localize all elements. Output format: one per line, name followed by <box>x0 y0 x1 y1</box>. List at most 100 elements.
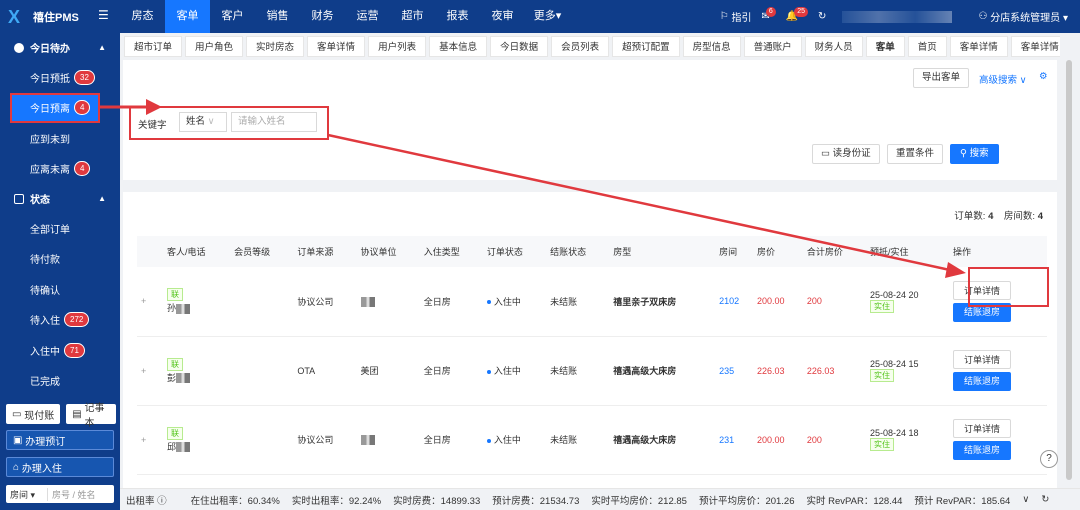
refresh-icon[interactable]: ↻ <box>818 11 826 22</box>
topnav-item-1[interactable]: 客单 <box>165 0 210 33</box>
sb-today-item-0[interactable]: 今日预抵 32 <box>0 62 120 93</box>
section-status[interactable]: 状态 ▲ <box>0 184 120 213</box>
sb-today-item-3[interactable]: 应离未离 4 <box>0 154 120 185</box>
topnav-item-6[interactable]: 超市 <box>390 0 435 33</box>
checkin-button[interactable]: ⌂ 办理入住 <box>6 457 114 477</box>
sb-status-item-5[interactable]: 已完成 <box>0 366 120 397</box>
checkout-button[interactable]: 结账退房 <box>952 372 1011 391</box>
topnav-item-5[interactable]: 运营 <box>345 0 390 33</box>
top-right: ⚐ 指引 ✉ 6 🔔 25 ↻ ⚇ 分店系统管理员 ▾ <box>710 0 1080 33</box>
sidebar-search-input[interactable]: 房号 / 姓名 <box>48 488 96 501</box>
results-panel: 订单数: 4 房间数: 4 客人/电话 会员等级 订单来源 协议单位 入住类型 订单状态结… <box>123 192 1058 488</box>
contact-tag: 联 <box>167 426 183 440</box>
sb-status-item-0[interactable]: 全部订单 <box>0 213 120 244</box>
name-input[interactable]: 请输入姓名 <box>231 112 317 132</box>
pay-status-cell: 未结账 <box>546 405 610 475</box>
logo[interactable]: X 禧住PMS <box>8 7 79 27</box>
search-button[interactable]: ⚲ 搜索 <box>950 144 999 164</box>
mail-button[interactable]: ✉ 6 <box>762 6 776 22</box>
sb-today-label: 今日预抵 <box>30 73 70 85</box>
user-name: 分店系统管理员 ▾ <box>990 13 1068 24</box>
tab-14[interactable]: 客单详情 <box>949 36 1008 57</box>
cash-account-button[interactable]: ▭ 现付账 <box>6 404 61 424</box>
field-select[interactable]: 姓名 ∨ <box>179 112 227 132</box>
tab-2[interactable]: 实时房态 <box>246 36 305 57</box>
reset-button[interactable]: 重置条件 <box>887 144 944 164</box>
table-row: + 联邱协议公司 全日房 入住中 未结账 禧遇高级大床房 231 200.00 200 25-08… <box>137 405 1047 475</box>
expand-icon[interactable]: + <box>141 366 146 376</box>
user-menu[interactable]: ⚇ 分店系统管理员 ▾ <box>978 9 1068 24</box>
tab-15[interactable]: 客单详情 <box>1010 36 1060 57</box>
chevron-down-icon[interactable]: ∨ <box>1022 494 1029 505</box>
help-icon[interactable]: ? <box>1040 450 1058 468</box>
read-id-button[interactable]: ▭ 读身份证 <box>812 144 880 164</box>
search-type-select[interactable]: 房间 ▾ <box>6 487 48 501</box>
room-cell[interactable]: 2102 <box>715 267 754 337</box>
info-icon[interactable]: ⓘ <box>157 496 167 507</box>
advanced-search-link[interactable]: 高级搜索 ∨ <box>979 72 1027 86</box>
sidebar-search: 房间 ▾ 房号 / 姓名 <box>6 485 114 503</box>
tab-12[interactable]: 客单 <box>865 36 905 57</box>
room-number[interactable]: 235 <box>719 366 734 376</box>
room-cell[interactable]: 231 <box>715 405 754 475</box>
col-header-0: 客人/电话 <box>163 236 231 267</box>
scrollbar[interactable] <box>1066 60 1072 480</box>
topnav-item-9[interactable]: 更多▾ <box>525 0 570 33</box>
price-cell: 200.00 <box>753 405 803 475</box>
order-detail-button[interactable]: 订单详情 <box>952 350 1011 369</box>
topnav-item-3[interactable]: 销售 <box>255 0 300 33</box>
sb-status-item-1[interactable]: 待付款 <box>0 244 120 275</box>
tab-4[interactable]: 用户列表 <box>368 36 427 57</box>
roomtype-cell: 禧遇高级大床房 <box>609 405 716 475</box>
notes-button[interactable]: ▤ 记事本 <box>66 403 117 429</box>
sb-status-item-3[interactable]: 待入住 272 <box>0 305 120 336</box>
col-header-9: 房价 <box>753 236 803 267</box>
actions-cell: 订单详情 结账退房 <box>948 405 1047 475</box>
export-button[interactable]: 导出客单 <box>913 68 970 88</box>
checkout-button[interactable]: 结账退房 <box>952 441 1011 460</box>
tab-0[interactable]: 超市订单 <box>124 36 183 57</box>
source-cell: 协议公司 <box>293 405 357 475</box>
room-number[interactable]: 2102 <box>719 296 739 306</box>
checkin-label: 办理入住 <box>21 463 62 475</box>
tab-10[interactable]: 普通账户 <box>743 36 802 57</box>
tab-3[interactable]: 客单详情 <box>307 36 366 57</box>
tab-9[interactable]: 房型信息 <box>682 36 741 57</box>
topnav-item-4[interactable]: 财务 <box>300 0 345 33</box>
col-header-6: 结账状态 <box>546 236 610 267</box>
tab-8[interactable]: 超预订配置 <box>612 36 680 57</box>
sb-today-item-1[interactable]: 今日预离 4 <box>10 92 100 123</box>
section-today-label: 今日待办 <box>30 44 70 55</box>
sb-status-item-4[interactable]: 入住中 71 <box>0 335 120 366</box>
guest-cell: 联孙 <box>163 267 231 337</box>
sb-today-item-2[interactable]: 应到未到 <box>0 123 120 154</box>
order-detail-button[interactable]: 订单详情 <box>952 419 1011 438</box>
search-label: 搜索 <box>969 148 989 159</box>
tab-7[interactable]: 会员列表 <box>551 36 610 57</box>
topnav-item-7[interactable]: 报表 <box>435 0 480 33</box>
sb-status-item-2[interactable]: 待确认 <box>0 274 120 305</box>
tab-1[interactable]: 用户角色 <box>185 36 244 57</box>
guide-button[interactable]: ⚐ 指引 <box>720 9 752 24</box>
topnav-item-2[interactable]: 客户 <box>210 0 255 33</box>
menu-collapse-icon[interactable]: ☰ <box>98 8 109 22</box>
unit-cell: 美团 <box>356 336 420 406</box>
topnav-item-0[interactable]: 房态 <box>120 0 165 33</box>
booking-button[interactable]: ▣ 办理预订 <box>6 430 114 450</box>
price-cell: 200.00 <box>753 267 803 337</box>
status-item-0: 出租率 ⓘ <box>126 495 167 507</box>
tab-6[interactable]: 今日数据 <box>490 36 549 57</box>
room-number[interactable]: 231 <box>719 435 734 445</box>
bell-button[interactable]: 🔔 25 <box>786 6 809 22</box>
settings-icon[interactable]: ⚙ <box>1039 71 1048 82</box>
topnav-item-8[interactable]: 夜审 <box>480 0 525 33</box>
expand-icon[interactable]: + <box>141 296 146 306</box>
section-today[interactable]: 今日待办 ▲ <box>0 33 120 62</box>
expand-icon[interactable]: + <box>141 435 146 445</box>
tab-5[interactable]: 基本信息 <box>429 36 488 57</box>
room-cell[interactable]: 235 <box>715 336 754 406</box>
status-dot <box>486 438 491 443</box>
refresh-icon[interactable]: ↻ <box>1041 494 1049 505</box>
tab-13[interactable]: 首页 <box>907 36 947 57</box>
tab-11[interactable]: 财务人员 <box>804 36 863 57</box>
